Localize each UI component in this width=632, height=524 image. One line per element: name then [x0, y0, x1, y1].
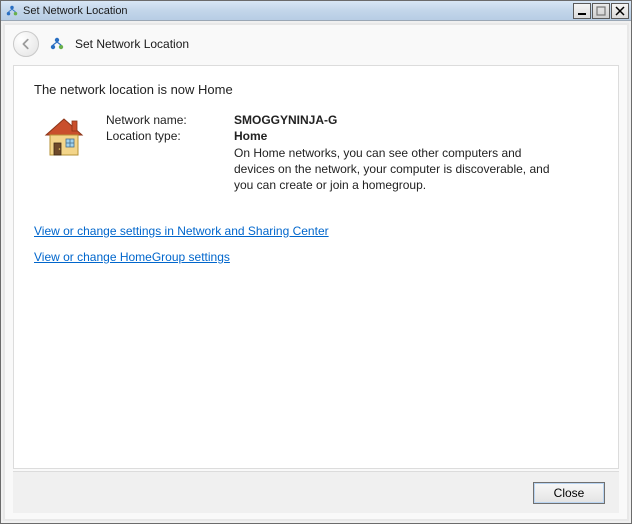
links-section: View or change settings in Network and S…	[34, 224, 598, 264]
wizard-header: Set Network Location	[5, 25, 627, 63]
close-button[interactable]: Close	[533, 482, 605, 504]
network-name-value: SMOGGYNINJA-G	[234, 113, 598, 127]
close-window-button[interactable]	[611, 3, 629, 19]
footer: Close	[13, 471, 619, 513]
window-frame: Set Network Location	[0, 0, 632, 524]
app-icon	[5, 4, 19, 18]
minimize-button[interactable]	[573, 3, 591, 19]
titlebar-title: Set Network Location	[23, 5, 572, 17]
wizard-body: Set Network Location The network locatio…	[3, 23, 629, 521]
homegroup-link[interactable]: View or change HomeGroup settings	[34, 250, 230, 264]
info-grid: Network name: SMOGGYNINJA-G Location typ…	[106, 113, 598, 196]
location-type-label: Location type:	[106, 129, 234, 194]
network-icon	[49, 36, 65, 52]
location-type-value: Home	[234, 129, 598, 143]
network-sharing-link[interactable]: View or change settings in Network and S…	[34, 224, 329, 238]
content-area: The network location is now Home	[13, 65, 619, 469]
location-description: On Home networks, you can see other comp…	[234, 145, 554, 194]
headline-text: The network location is now Home	[34, 82, 598, 97]
house-icon	[40, 113, 88, 161]
network-info: Network name: SMOGGYNINJA-G Location typ…	[34, 113, 598, 196]
network-name-label: Network name:	[106, 113, 234, 127]
maximize-button[interactable]	[592, 3, 610, 19]
wizard-title: Set Network Location	[75, 37, 189, 51]
window-controls	[572, 3, 629, 19]
back-button[interactable]	[13, 31, 39, 57]
titlebar[interactable]: Set Network Location	[1, 1, 631, 21]
